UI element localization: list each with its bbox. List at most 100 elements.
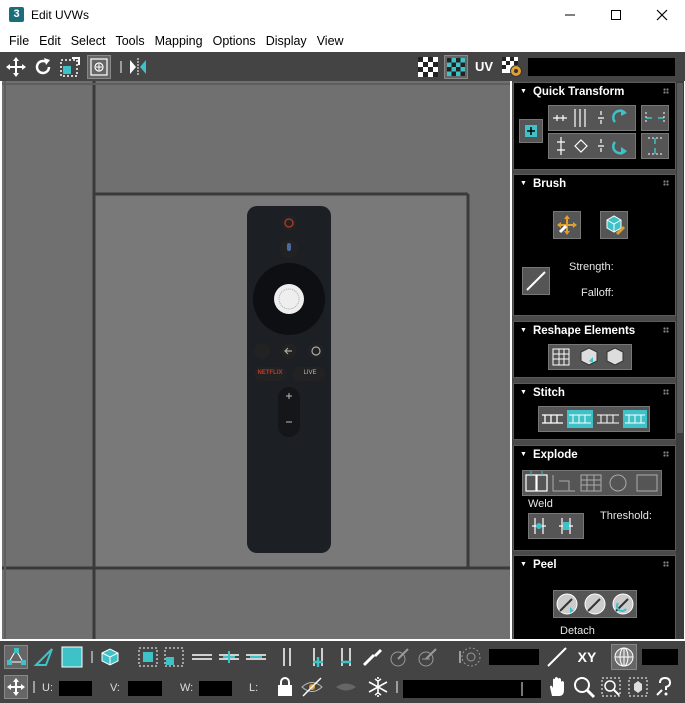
u-coordinate-field[interactable] bbox=[59, 681, 92, 696]
zoom-icon[interactable] bbox=[572, 675, 596, 699]
falloff-distance-value[interactable] bbox=[642, 649, 678, 665]
quick-transform-rollout: Quick Transform bbox=[513, 82, 676, 170]
loop-ring-buttons[interactable] bbox=[190, 645, 270, 669]
select-edge-icon[interactable] bbox=[278, 645, 296, 669]
w-coordinate-field[interactable] bbox=[199, 681, 232, 696]
title-bar: 3 Edit UVWs bbox=[0, 0, 685, 30]
grip-icon[interactable] bbox=[663, 88, 669, 94]
grow-selection-icon[interactable] bbox=[136, 645, 160, 669]
separator-icon bbox=[31, 675, 37, 699]
brush-falloff-curve-icon[interactable] bbox=[522, 267, 550, 295]
xy-axis-label[interactable]: XY bbox=[573, 645, 601, 669]
settings-gear-icon[interactable] bbox=[500, 55, 524, 79]
uv-editor-viewport[interactable]: NETFLIX LIVE bbox=[2, 81, 510, 639]
v-coordinate-field[interactable] bbox=[128, 681, 162, 696]
menu-tools[interactable]: Tools bbox=[110, 34, 149, 48]
falloff-globe-icon[interactable] bbox=[611, 644, 637, 670]
remote-texture: NETFLIX LIVE bbox=[247, 206, 331, 553]
pan-hand-icon[interactable] bbox=[545, 675, 569, 699]
point-to-point-icon[interactable] bbox=[306, 645, 330, 669]
freeze-snowflake-icon[interactable] bbox=[366, 675, 390, 699]
uv-mode-label[interactable]: UV bbox=[472, 55, 496, 79]
element-mode-icon[interactable] bbox=[98, 645, 122, 669]
menu-edit[interactable]: Edit bbox=[34, 34, 66, 48]
menu-options[interactable]: Options bbox=[208, 34, 261, 48]
grip-icon[interactable] bbox=[663, 561, 669, 567]
soft-selection-value[interactable] bbox=[489, 649, 539, 665]
peel-title[interactable]: Peel bbox=[520, 559, 557, 571]
reshape-buttons[interactable] bbox=[548, 344, 632, 370]
texture-checker-icon[interactable] bbox=[444, 55, 468, 79]
live-label: LIVE bbox=[303, 370, 317, 376]
close-icon bbox=[656, 9, 668, 21]
grip-icon[interactable] bbox=[663, 327, 669, 333]
stitch-title[interactable]: Stitch bbox=[520, 387, 565, 399]
minimize-button[interactable] bbox=[547, 0, 593, 30]
u-coordinate-label: U: bbox=[42, 682, 53, 694]
show-eye-icon[interactable] bbox=[334, 675, 358, 699]
brush-title[interactable]: Brush bbox=[520, 178, 566, 190]
brush-enlarge-icon[interactable] bbox=[388, 645, 412, 669]
top-toolbar: UV bbox=[0, 52, 685, 81]
grip-icon[interactable] bbox=[663, 180, 669, 186]
weld-label: Weld bbox=[528, 498, 553, 510]
peel-buttons[interactable] bbox=[553, 590, 637, 618]
bottom-toolbar-coordinates: U: V: W: L: bbox=[0, 672, 685, 703]
help-icon[interactable] bbox=[653, 675, 677, 699]
face-mode-icon[interactable] bbox=[60, 645, 84, 669]
menu-mapping[interactable]: Mapping bbox=[150, 34, 208, 48]
paint-select-icon[interactable] bbox=[360, 645, 384, 669]
space-vertical-icon[interactable] bbox=[641, 133, 669, 159]
center-pivot-icon[interactable] bbox=[519, 119, 543, 143]
zoom-region-icon[interactable] bbox=[599, 675, 623, 699]
vertex-mode-icon[interactable] bbox=[4, 645, 28, 669]
strength-label: Strength: bbox=[569, 261, 614, 273]
reshape-elements-title[interactable]: Reshape Elements bbox=[520, 325, 635, 337]
close-button[interactable] bbox=[639, 0, 685, 30]
paint-move-brush-icon[interactable] bbox=[553, 211, 581, 239]
apps-button-icon bbox=[254, 343, 270, 359]
checker-pattern-icon[interactable] bbox=[416, 55, 440, 79]
quick-transform-title[interactable]: Quick Transform bbox=[520, 86, 624, 98]
selection-set-field[interactable] bbox=[403, 680, 541, 698]
brush-shrink-icon[interactable] bbox=[416, 645, 440, 669]
space-horizontal-icon[interactable] bbox=[641, 105, 669, 131]
pan-tool-icon[interactable] bbox=[4, 675, 28, 699]
edge-mode-icon[interactable] bbox=[32, 645, 56, 669]
explode-buttons[interactable] bbox=[522, 470, 662, 496]
mirror-icon[interactable] bbox=[126, 55, 150, 79]
hide-eye-icon[interactable] bbox=[300, 675, 324, 699]
detach-label: Detach bbox=[560, 625, 595, 637]
panel-scrollbar[interactable] bbox=[676, 81, 684, 639]
explode-title[interactable]: Explode bbox=[520, 449, 578, 461]
scale-icon[interactable] bbox=[58, 55, 82, 79]
freeform-icon[interactable] bbox=[87, 55, 111, 79]
lock-icon[interactable] bbox=[273, 675, 297, 699]
right-panel: Quick Transform Brush Strength: bbox=[512, 81, 683, 639]
move-icon[interactable] bbox=[4, 55, 28, 79]
edge-ring-icon[interactable] bbox=[334, 645, 358, 669]
menu-view[interactable]: View bbox=[312, 34, 349, 48]
align-vertical-buttons[interactable] bbox=[548, 133, 636, 159]
toolbar-dropdown[interactable] bbox=[528, 58, 675, 76]
shrink-selection-icon[interactable] bbox=[162, 645, 186, 669]
menu-file[interactable]: File bbox=[4, 34, 34, 48]
menu-display[interactable]: Display bbox=[261, 34, 312, 48]
zoom-extents-icon[interactable] bbox=[626, 675, 650, 699]
maximize-button[interactable] bbox=[593, 0, 639, 30]
align-horizontal-buttons[interactable] bbox=[548, 105, 636, 131]
brush-rollout: Brush Strength: Falloff: bbox=[513, 174, 676, 316]
weld-buttons[interactable] bbox=[528, 513, 584, 539]
stitch-buttons[interactable] bbox=[538, 406, 650, 432]
grip-icon[interactable] bbox=[663, 451, 669, 457]
w-coordinate-label: W: bbox=[180, 682, 194, 694]
relax-brush-icon[interactable] bbox=[600, 211, 628, 239]
soft-selection-icon[interactable] bbox=[459, 645, 483, 669]
slope-icon[interactable] bbox=[545, 645, 569, 669]
grip-icon[interactable] bbox=[663, 389, 669, 395]
menu-select[interactable]: Select bbox=[66, 34, 111, 48]
minimize-icon bbox=[565, 14, 575, 16]
reshape-elements-rollout: Reshape Elements bbox=[513, 321, 676, 378]
power-button-icon bbox=[281, 215, 297, 231]
rotate-icon[interactable] bbox=[31, 55, 55, 79]
